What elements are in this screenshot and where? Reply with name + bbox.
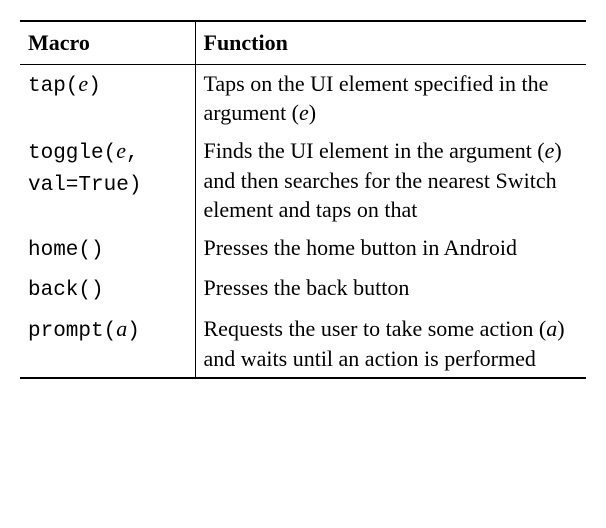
macro-cell: prompt(a): [20, 310, 195, 378]
function-cell: Requests the user to take some action (a…: [195, 310, 586, 378]
table-header-row: Macro Function: [20, 21, 586, 64]
macro-cell: toggle(e, val=True): [20, 132, 195, 229]
header-function: Function: [195, 21, 586, 64]
table-row: back() Presses the back button: [20, 269, 586, 309]
function-cell: Finds the UI element in the argument (e)…: [195, 132, 586, 229]
table-row: prompt(a) Requests the user to take some…: [20, 310, 586, 378]
function-cell: Taps on the UI element specified in the …: [195, 64, 586, 132]
table-row: toggle(e, val=True) Finds the UI element…: [20, 132, 586, 229]
table-row: home() Presses the home button in Androi…: [20, 229, 586, 269]
macro-table-container: Macro Function tap(e) Taps on the UI ele…: [20, 20, 586, 379]
macro-cell: tap(e): [20, 64, 195, 132]
table-body: tap(e) Taps on the UI element specified …: [20, 64, 586, 378]
function-cell: Presses the back button: [195, 269, 586, 309]
header-macro: Macro: [20, 21, 195, 64]
macro-cell: back(): [20, 269, 195, 309]
macro-cell: home(): [20, 229, 195, 269]
macro-table: Macro Function tap(e) Taps on the UI ele…: [20, 20, 586, 379]
function-cell: Presses the home button in Android: [195, 229, 586, 269]
table-row: tap(e) Taps on the UI element specified …: [20, 64, 586, 132]
